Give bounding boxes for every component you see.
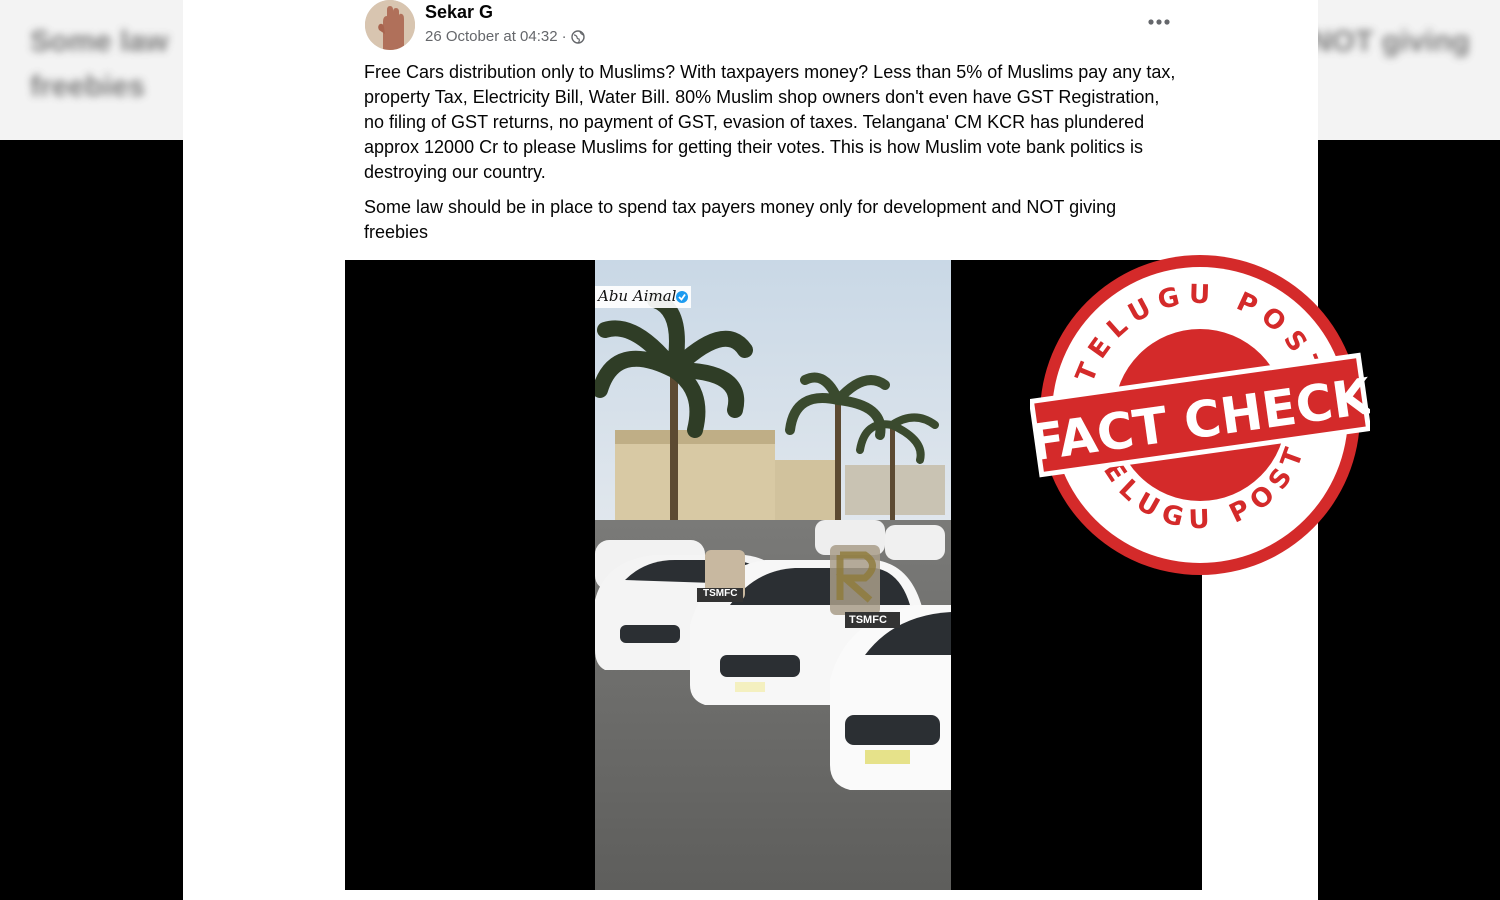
avatar[interactable] [365, 0, 415, 50]
author-name[interactable]: Sekar G [425, 2, 493, 23]
meta-separator: · [561, 28, 567, 45]
tsmfc-sign-2: TSMFC [849, 614, 887, 626]
blur-text-2: freebies [30, 70, 146, 103]
tsmfc-sign-1: TSMFC [703, 588, 738, 599]
watermark-name: Abu Aimal [598, 287, 677, 305]
blur-text-3: NOT giving [1310, 25, 1470, 58]
post-paragraph-1: Free Cars distribution only to Muslims? … [364, 62, 1176, 182]
more-options-button[interactable] [1143, 8, 1175, 36]
globe-icon [570, 29, 585, 44]
post-paragraph-2: Some law should be in place to spend tax… [364, 197, 1117, 242]
more-options-icon [1148, 19, 1170, 25]
post-photo: Abu Aimal TSMFC TSMFC [595, 260, 951, 890]
post-meta: 26 October at 04:32 · [425, 28, 585, 45]
fact-check-stamp: TELUGU POST TELUGU POST FACT CHECK [1027, 250, 1377, 580]
blur-text-1: Some law [30, 25, 169, 58]
post-timestamp[interactable]: 26 October at 04:32 [425, 28, 558, 45]
